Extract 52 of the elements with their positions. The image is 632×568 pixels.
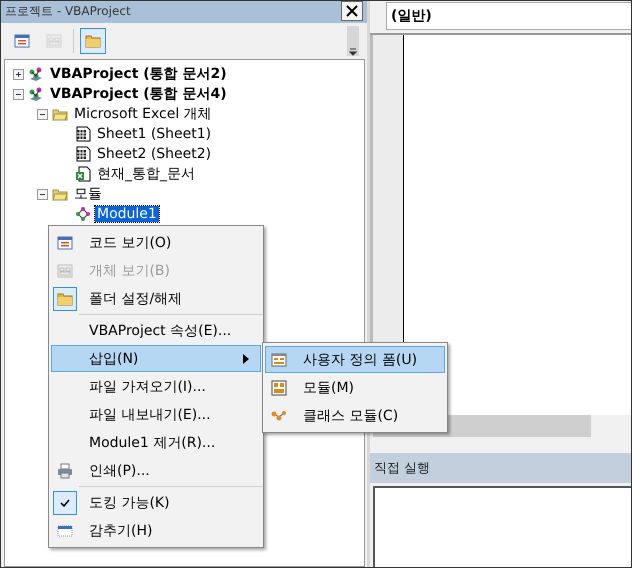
tree-item[interactable]: Module1 <box>95 206 159 222</box>
menu-item[interactable]: 모듈(M) <box>265 374 445 401</box>
menu-item[interactable]: Module1 제거(R)... <box>51 429 261 456</box>
collapse-toggle[interactable] <box>37 108 48 120</box>
menu-item[interactable]: 삽입(N) <box>51 345 261 372</box>
project-icon <box>28 86 44 102</box>
menu-item[interactable]: VBAProject 속성(E)... <box>51 317 261 344</box>
sheet-icon <box>75 126 91 142</box>
window-icon <box>57 234 73 250</box>
pane-title: 직접 실행 <box>374 460 430 477</box>
project-icon <box>28 66 44 82</box>
submenu-arrow-icon <box>242 354 250 364</box>
menu-item[interactable]: 도킹 가능(K) <box>51 489 261 516</box>
expand-toggle[interactable] <box>13 68 24 80</box>
form-icon <box>271 352 287 368</box>
tree-item[interactable]: VBAProject (통합 문서2) <box>48 65 229 83</box>
menu-item[interactable]: 파일 내보내기(E)... <box>51 401 261 428</box>
panel-title: 프로젝트 - VBAProject <box>5 3 131 20</box>
immediate-window[interactable] <box>373 486 631 567</box>
menu-item[interactable]: 파일 가져오기(I)... <box>51 373 261 400</box>
module-icon <box>75 206 91 222</box>
toolbar-button[interactable] <box>80 28 106 54</box>
menu-item[interactable]: 폴더 설정/해제 <box>51 285 261 312</box>
form-icon <box>46 33 62 49</box>
tree-item[interactable]: Sheet2 (Sheet2) <box>95 146 214 162</box>
menu-item[interactable]: 감추기(H) <box>51 517 261 544</box>
form-icon <box>57 262 73 278</box>
module-icon <box>271 380 287 396</box>
tree-item[interactable]: 현재_통합_문서 <box>95 165 197 183</box>
menu-item[interactable]: 코드 보기(O) <box>51 229 261 256</box>
window-icon <box>57 522 73 538</box>
menu-item[interactable]: 사용자 정의 폼(U) <box>265 346 445 373</box>
plus-icon <box>15 70 22 78</box>
folder-icon <box>57 290 73 306</box>
tree-item[interactable]: VBAProject (통합 문서4) <box>48 85 229 103</box>
menu-item[interactable]: 클래스 모듈(C) <box>265 402 445 429</box>
sheet-icon <box>75 146 91 162</box>
printer-icon <box>57 462 73 478</box>
window-icon <box>14 33 30 49</box>
toolbar-grip[interactable] <box>347 26 359 56</box>
collapse-toggle[interactable] <box>37 188 48 200</box>
collapse-toggle[interactable] <box>13 88 24 100</box>
procedure-dropdown[interactable]: (일반) <box>386 2 631 30</box>
workbook-icon <box>75 166 91 182</box>
tree-item[interactable]: Microsoft Excel 개체 <box>72 105 214 123</box>
tree-item[interactable]: 모듈 <box>72 185 104 203</box>
overflow-icon <box>349 48 357 56</box>
menu-item[interactable]: 인쇄(P)... <box>51 457 261 484</box>
folder-icon <box>85 33 101 49</box>
tree-item[interactable]: Sheet1 (Sheet1) <box>95 126 214 142</box>
close-icon <box>346 5 358 17</box>
close-button[interactable] <box>341 1 363 21</box>
